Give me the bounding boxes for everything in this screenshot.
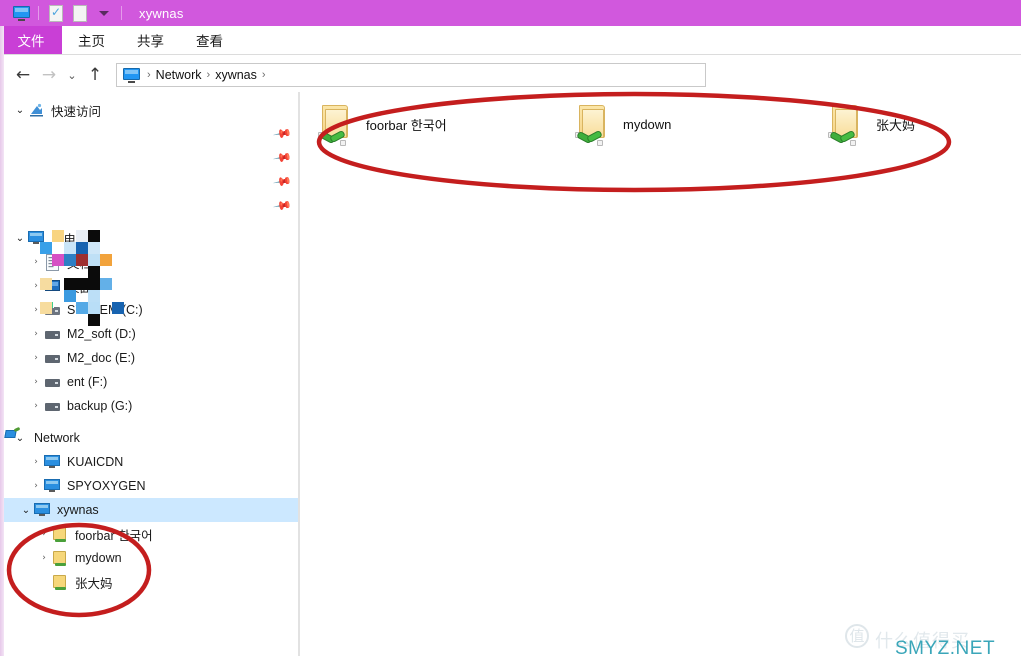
shared-folder-icon (52, 550, 69, 567)
shared-folder-icon (52, 574, 69, 591)
ribbon-tabs: 文件 主页 共享 查看 (0, 26, 1021, 55)
computer-icon (44, 454, 61, 471)
chevron-right-icon[interactable]: › (36, 522, 52, 546)
sidebar-item-label: KUAICDN (67, 455, 123, 469)
chevron-down-icon[interactable] (92, 3, 116, 23)
tab-view[interactable]: 查看 (180, 26, 239, 54)
computer-icon (44, 478, 61, 495)
quick-access-star-icon (28, 102, 45, 119)
chevron-right-icon[interactable]: › (28, 474, 44, 498)
sidebar-item-spyoxygen[interactable]: › SPYOXYGEN (4, 474, 298, 498)
sidebar-item-label: ent (F:) (67, 375, 107, 389)
censored-quick-access-mosaic (40, 230, 124, 326)
breadcrumb-separator-0: › (147, 69, 151, 81)
sidebar-item-label: 快速访问 (51, 101, 101, 120)
window-title: xywnas (139, 6, 184, 21)
toolbar-divider (38, 6, 39, 20)
recent-locations-button[interactable]: ⌄ (62, 63, 82, 87)
drive-icon (44, 350, 61, 367)
status-bar (0, 656, 1021, 664)
sidebar-item-kuaicdn[interactable]: › KUAICDN (4, 450, 298, 474)
this-pc-icon[interactable] (9, 3, 33, 23)
sidebar-item-zhangdama[interactable]: › 张大妈 (4, 570, 298, 594)
navigation-pane: ⌄ 快速访问 📌 📌 📌 � (4, 92, 299, 664)
chevron-down-icon[interactable]: ⌄ (18, 498, 34, 522)
drive-icon (44, 374, 61, 391)
document-check-icon[interactable] (44, 3, 68, 23)
navigation-bar: ← → ⌄ ↑ › Network › xywnas › (0, 60, 1021, 90)
document-icon[interactable] (68, 3, 92, 23)
folder-tree: ⌄ 快速访问 📌 📌 📌 � (4, 92, 298, 594)
quick-access-toolbar (0, 3, 127, 23)
list-item[interactable]: mydown (577, 98, 671, 150)
shared-folder-icon (320, 103, 350, 145)
breadcrumb-separator-1: › (207, 69, 211, 81)
drive-icon (44, 326, 61, 343)
list-item-label: foorbar 한국어 (366, 115, 447, 134)
sidebar-item-label: foorbar 한국어 (75, 525, 153, 544)
toolbar-divider-2 (121, 6, 122, 20)
file-list-pane[interactable]: foorbar 한국어 mydown 张大妈 (300, 92, 1021, 664)
list-item-label: mydown (623, 117, 671, 132)
breadcrumb-network[interactable]: Network (156, 68, 202, 82)
sidebar-item-backup-g[interactable]: › backup (G:) (4, 394, 298, 418)
chevron-right-icon[interactable]: › (36, 546, 52, 570)
pin-icon[interactable]: 📌 (272, 196, 290, 214)
sidebar-item-label: M2_soft (D:) (67, 327, 136, 341)
sidebar-item-label: xywnas (57, 503, 99, 517)
chevron-right-icon[interactable]: › (28, 370, 44, 394)
sidebar-item-label: mydown (75, 551, 122, 565)
tab-share[interactable]: 共享 (121, 26, 180, 54)
sidebar-item-foorbar[interactable]: › foorbar 한국어 (4, 522, 298, 546)
sidebar-item-mydown[interactable]: › mydown (4, 546, 298, 570)
sidebar-item-quick-access-2[interactable]: 📌 (4, 146, 298, 170)
breadcrumb-xywnas[interactable]: xywnas (215, 68, 257, 82)
watermark: 值 什么值得买 SMYZ.NET (845, 620, 1015, 660)
sidebar-item-label: Network (34, 431, 80, 445)
sidebar-item-ent-f[interactable]: › ent (F:) (4, 370, 298, 394)
pin-icon[interactable]: 📌 (272, 124, 290, 142)
shared-folder-icon (52, 526, 69, 543)
computer-icon (34, 502, 51, 519)
sidebar-item-quick-access-4[interactable]: 📌 (4, 194, 298, 218)
watermark-badge: 值 (845, 624, 869, 648)
sidebar-item-quick-access-3[interactable]: 📌 (4, 170, 298, 194)
list-item[interactable]: foorbar 한국어 (320, 98, 447, 150)
shared-folder-icon (577, 103, 607, 145)
network-location-icon (123, 68, 140, 82)
chevron-right-icon[interactable]: › (28, 450, 44, 474)
sidebar-item-label: backup (G:) (67, 399, 132, 413)
sidebar-item-quick-access[interactable]: ⌄ 快速访问 (4, 98, 298, 122)
shared-folder-icon (830, 103, 860, 145)
forward-button[interactable]: → (36, 63, 62, 87)
breadcrumb-separator-2: › (262, 69, 266, 81)
list-item-label: 张大妈 (876, 115, 915, 134)
network-icon (4, 428, 20, 440)
sidebar-item-label: 张大妈 (75, 573, 113, 592)
pin-icon[interactable]: 📌 (272, 148, 290, 166)
file-explorer-window: xywnas 文件 主页 共享 查看 ← → ⌄ ↑ › Network › x… (0, 0, 1021, 664)
chevron-placeholder-icon: › (36, 570, 52, 594)
chevron-down-icon[interactable]: ⌄ (12, 226, 28, 250)
sidebar-item-label: M2_doc (E:) (67, 351, 135, 365)
drive-icon (44, 398, 61, 415)
sidebar-item-quick-access-1[interactable]: 📌 (4, 122, 298, 146)
title-bar: xywnas (0, 0, 1021, 26)
back-button[interactable]: ← (10, 63, 36, 87)
chevron-right-icon[interactable]: › (28, 394, 44, 418)
sidebar-item-network[interactable]: ⌄ Network (4, 426, 298, 450)
sidebar-item-m2-doc-e[interactable]: › M2_doc (E:) (4, 346, 298, 370)
sidebar-item-xywnas[interactable]: ⌄ xywnas (4, 498, 298, 522)
tab-home[interactable]: 主页 (62, 26, 121, 54)
tab-file[interactable]: 文件 (0, 26, 62, 54)
sidebar-item-label: SPYOXYGEN (67, 479, 146, 493)
address-bar[interactable]: › Network › xywnas › (116, 63, 706, 87)
up-button[interactable]: ↑ (82, 63, 108, 87)
chevron-down-icon[interactable]: ⌄ (12, 98, 28, 122)
chevron-right-icon[interactable]: › (28, 346, 44, 370)
pin-icon[interactable]: 📌 (272, 172, 290, 190)
list-item[interactable]: 张大妈 (830, 98, 915, 150)
